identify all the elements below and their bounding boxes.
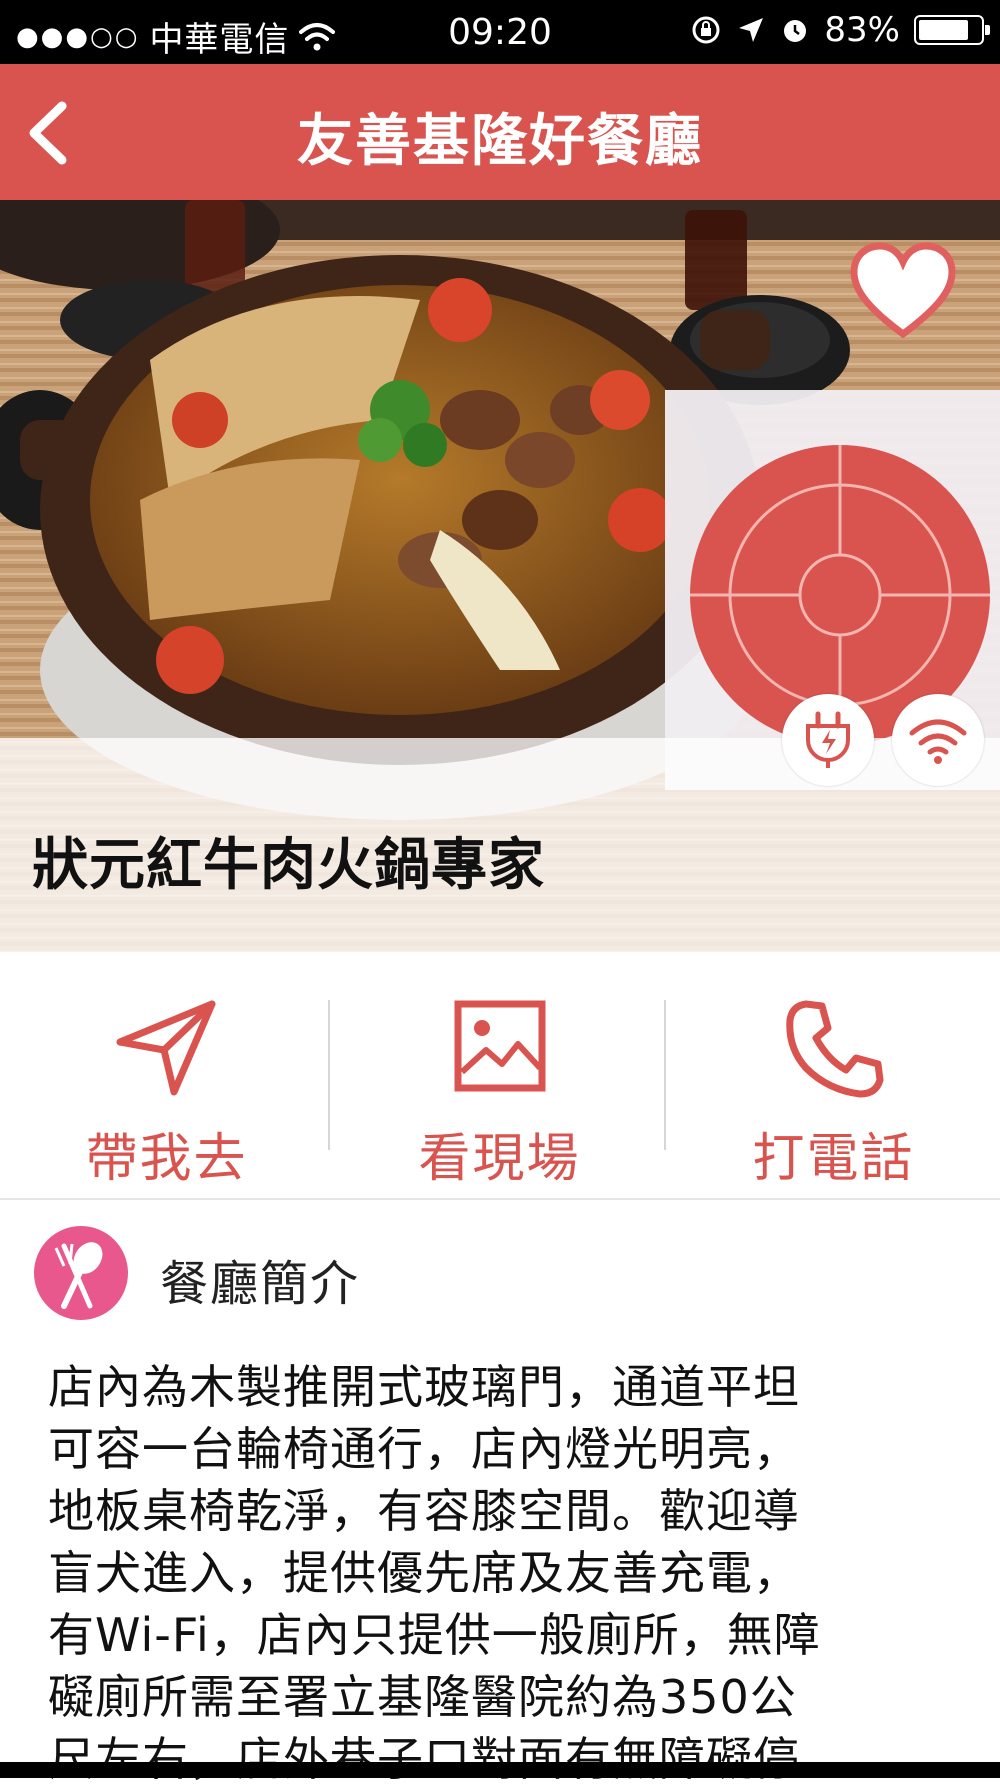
restaurant-description: 店內為木製推開式玻璃門，通道平坦 可容一台輪椅通行，店內燈光明亮， 地板桌椅乾淨…: [48, 1356, 948, 1790]
wifi-badge: [892, 694, 984, 786]
alarm-icon: [784, 20, 807, 42]
fork-spoon-icon: [54, 1242, 103, 1309]
nav-bar: 友善基隆好餐廳: [0, 64, 1000, 200]
navigate-button[interactable]: 帶我去: [0, 952, 333, 1198]
page-title: 友善基隆好餐廳: [297, 109, 703, 174]
navigate-label: 帶我去: [85, 1129, 248, 1189]
view-photos-button[interactable]: 看現場: [333, 952, 666, 1198]
favorite-heart-icon[interactable]: [848, 238, 958, 348]
status-bar: ●●●○○ 中華電信 09:20 83%: [0, 0, 1000, 64]
image-icon: [454, 1000, 545, 1092]
description-line: 尺左右，店外巷子口對面有無障礙停: [48, 1732, 800, 1786]
wifi-icon: [909, 719, 967, 764]
status-indicators: 83%: [690, 10, 990, 50]
view-photos-label: 看現場: [418, 1129, 581, 1189]
call-button[interactable]: 打電話: [667, 952, 1000, 1198]
description-line: 可容一台輪椅通行，店內燈光明亮，: [48, 1422, 800, 1476]
location-arrow-icon: [739, 18, 764, 42]
rotation-lock-icon: [692, 16, 720, 44]
phone-icon: [785, 1000, 883, 1098]
description-line: 店內為木製推開式玻璃門，通道平坦: [48, 1360, 800, 1414]
call-label: 打電話: [752, 1129, 915, 1189]
intro-section-header: 餐廳簡介: [0, 1198, 1000, 1338]
bottom-edge: [0, 1762, 1000, 1778]
description-line: 礙廁所需至署立基隆醫院約為350公: [48, 1670, 797, 1724]
description-line: 有Wi-Fi，店內只提供一般廁所，無障: [48, 1608, 821, 1662]
charging-badge: [782, 694, 874, 786]
power-plug-icon: [806, 711, 850, 768]
battery-icon: [914, 15, 990, 45]
divider: [664, 1000, 666, 1150]
restaurant-photo: 狀元紅牛肉火鍋專家: [0, 200, 1000, 952]
description-line: 盲犬進入，提供優先席及友善充電，: [48, 1546, 800, 1600]
battery-percent: 83%: [824, 10, 900, 50]
description-line: 地板桌椅乾淨，有容膝空間。歡迎導: [48, 1484, 800, 1538]
navigate-arrow-icon: [116, 1000, 215, 1096]
divider: [328, 1000, 330, 1150]
restaurant-name: 狀元紅牛肉火鍋專家: [32, 833, 545, 898]
section-title: 餐廳簡介: [160, 1256, 361, 1312]
action-bar: 帶我去 看現場 打電話: [0, 952, 1000, 1200]
section-icon-circle: [34, 1226, 128, 1320]
